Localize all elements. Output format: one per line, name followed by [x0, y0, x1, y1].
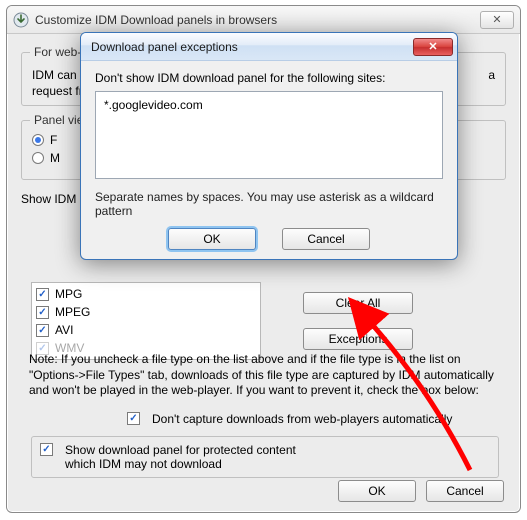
- group-show-protected: Show download panel for protected conten…: [31, 436, 499, 478]
- modal-titlebar[interactable]: Download panel exceptions ✕: [81, 33, 457, 61]
- modal-help-text: Separate names by spaces. You may use as…: [95, 190, 443, 218]
- modal-ok-button[interactable]: OK: [168, 228, 256, 250]
- parent-titlebar[interactable]: Customize IDM Download panels in browser…: [7, 6, 520, 34]
- parent-ok-button[interactable]: OK: [338, 480, 416, 502]
- dont-capture-label: Don't capture downloads from web-players…: [152, 412, 452, 426]
- modal-title: Download panel exceptions: [91, 40, 413, 54]
- file-type-label: AVI: [55, 323, 73, 337]
- idm-app-icon: [13, 12, 29, 28]
- idm-desc-l1: IDM can: [32, 67, 77, 83]
- clear-all-button[interactable]: Clear All: [303, 292, 413, 314]
- note-text: Note: If you uncheck a file type on the …: [29, 352, 501, 399]
- show-protected-label: Show download panel for protected conten…: [65, 443, 296, 471]
- checkbox-icon[interactable]: [36, 288, 49, 301]
- list-item[interactable]: MPG: [36, 285, 256, 303]
- close-icon: ✕: [492, 13, 501, 26]
- checkbox-icon[interactable]: [40, 443, 53, 456]
- idm-desc-l2: request fr: [32, 84, 83, 98]
- exceptions-textarea[interactable]: [95, 91, 443, 179]
- close-icon: ✕: [428, 40, 437, 53]
- checkbox-icon[interactable]: [127, 412, 140, 425]
- modal-instruction-label: Don't show IDM download panel for the fo…: [95, 71, 443, 85]
- parent-title: Customize IDM Download panels in browser…: [35, 13, 476, 27]
- radio-mini-label: M: [50, 151, 60, 165]
- list-item[interactable]: AVI: [36, 321, 256, 339]
- checkbox-icon[interactable]: [36, 306, 49, 319]
- exceptions-button[interactable]: Exceptions: [303, 328, 413, 350]
- idm-desc-suffix: a: [488, 67, 495, 83]
- dont-capture-checkbox[interactable]: Don't capture downloads from web-players…: [127, 412, 452, 426]
- group-panel-view-legend: Panel vie: [30, 113, 87, 127]
- show-protected-label-l1: Show download panel for protected conten…: [65, 443, 296, 457]
- file-type-label: MPG: [55, 287, 82, 301]
- modal-close-button[interactable]: ✕: [413, 38, 453, 56]
- modal-cancel-button[interactable]: Cancel: [282, 228, 370, 250]
- radio-icon: [32, 134, 44, 146]
- file-type-list[interactable]: MPG MPEG AVI WMV: [31, 282, 261, 360]
- show-protected-label-l2: which IDM may not download: [65, 457, 222, 471]
- radio-first-label: F: [50, 133, 57, 147]
- file-type-label: MPEG: [55, 305, 90, 319]
- modal-body: Don't show IDM download panel for the fo…: [81, 61, 457, 260]
- parent-cancel-button[interactable]: Cancel: [426, 480, 504, 502]
- parent-close-button[interactable]: ✕: [480, 11, 514, 29]
- list-item[interactable]: MPEG: [36, 303, 256, 321]
- checkbox-icon[interactable]: [36, 324, 49, 337]
- exceptions-dialog: Download panel exceptions ✕ Don't show I…: [80, 32, 458, 260]
- radio-icon: [32, 152, 44, 164]
- show-protected-checkbox[interactable]: Show download panel for protected conten…: [40, 443, 490, 471]
